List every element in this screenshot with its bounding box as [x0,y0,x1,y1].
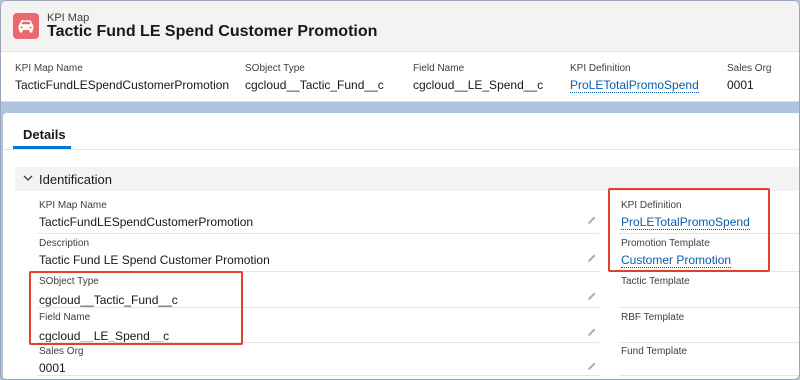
kpi-definition-link[interactable]: ProLETotalPromoSpend [570,78,699,93]
header-field-sales-org: Sales Org 0001 [727,63,771,92]
page-title: Tactic Fund LE Spend Customer Promotion [47,23,378,40]
field-value: cgcloud__LE_Spend__c [39,329,170,343]
pencil-icon[interactable] [587,253,597,263]
section-identification-header[interactable]: Identification [15,167,799,191]
pencil-icon[interactable] [587,215,597,225]
field-divider [37,233,599,234]
field-promotion-template: Promotion Template Customer Promotion [621,238,791,269]
header-field-value: cgcloud__Tactic_Fund__c [245,78,384,92]
field-divider [37,342,599,343]
field-label: Field Name [39,312,91,323]
kpi-definition-link[interactable]: ProLETotalPromoSpend [621,215,750,230]
field-label: Fund Template [621,346,687,357]
promotion-template-link[interactable]: Customer Promotion [621,253,732,268]
field-label: Sales Org [39,346,84,357]
header-field-label: SObject Type [245,63,305,74]
field-value: 0001 [39,361,66,375]
header-field-label: KPI Map Name [15,63,83,74]
section-title: Identification [39,172,112,187]
field-divider [37,375,599,376]
field-label: KPI Definition [621,200,682,211]
field-kpi-definition: KPI Definition ProLETotalPromoSpend [621,200,791,231]
header-field-value: 0001 [727,78,754,92]
field-divider [37,307,599,308]
field-fund-template: Fund Template [621,346,791,361]
header-field-kpi-definition: KPI Definition ProLETotalPromoSpend [570,63,699,93]
field-divider [619,342,799,343]
header-field-label: KPI Definition [570,63,631,74]
field-value: Tactic Fund LE Spend Customer Promotion [39,253,270,267]
field-rbf-template: RBF Template [621,312,791,327]
field-sobject-type: SObject Type cgcloud__Tactic_Fund__c [39,276,599,307]
field-label: Description [39,238,90,249]
field-value: TacticFundLESpendCustomerPromotion [39,215,254,229]
pencil-icon[interactable] [587,291,597,301]
field-kpi-map-name: KPI Map Name TacticFundLESpendCustomerPr… [39,200,599,229]
tab-details[interactable]: Details [23,127,66,142]
header-field-sobject-type: SObject Type cgcloud__Tactic_Fund__c [245,63,384,92]
field-value: cgcloud__Tactic_Fund__c [39,293,178,307]
header-field-label: Sales Org [727,63,772,74]
field-label: Tactic Template [621,276,690,287]
field-label: SObject Type [39,276,99,287]
tab-divider [3,149,799,150]
header-field-value: TacticFundLESpendCustomerPromotion [15,78,230,92]
field-divider [619,233,799,234]
field-divider [37,271,599,272]
field-label: Promotion Template [621,238,710,249]
header-field-kpi-map-name: KPI Map Name TacticFundLESpendCustomerPr… [15,63,229,92]
pencil-icon[interactable] [587,361,597,371]
field-sales-org: Sales Org 0001 [39,346,599,375]
header-field-field-name: Field Name cgcloud__LE_Spend__c [413,63,543,92]
field-divider [619,375,799,376]
car-icon [13,13,39,39]
field-divider [619,271,799,272]
field-divider [619,307,799,308]
record-header: KPI Map Tactic Fund LE Spend Customer Pr… [1,1,799,102]
pencil-icon[interactable] [587,327,597,337]
field-description: Description Tactic Fund LE Spend Custome… [39,238,599,267]
header-field-value: cgcloud__LE_Spend__c [413,78,544,92]
field-field-name: Field Name cgcloud__LE_Spend__c [39,312,599,343]
field-tactic-template: Tactic Template [621,276,791,291]
field-label: KPI Map Name [39,200,107,211]
header-field-label: Field Name [413,63,465,74]
field-label: RBF Template [621,312,685,323]
app-frame: KPI Map Tactic Fund LE Spend Customer Pr… [0,0,800,380]
chevron-down-icon [23,175,33,181]
